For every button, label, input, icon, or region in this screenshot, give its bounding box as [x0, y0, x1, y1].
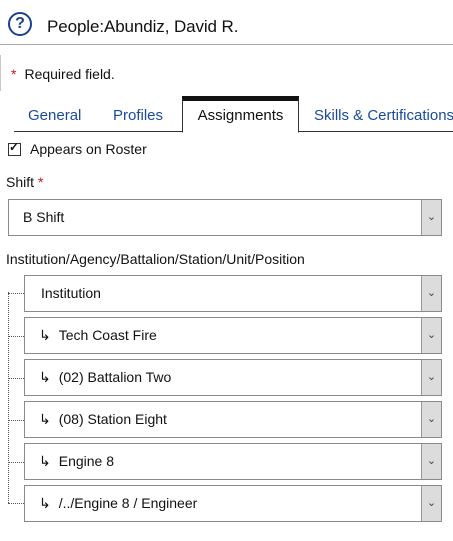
org-path-label: Institution/Agency/Battalion/Station/Uni…: [6, 251, 305, 267]
station-select-value: ↳ (08) Station Eight: [39, 402, 167, 437]
tree-branch: [8, 293, 24, 294]
person-name: Abundiz, David R.: [103, 17, 239, 36]
child-arrow-icon: ↳: [39, 327, 51, 343]
tab-general[interactable]: General: [28, 96, 81, 132]
unit-value-text: Engine 8: [58, 453, 115, 469]
station-value-text: (08) Station Eight: [58, 411, 167, 427]
shift-select-value: B Shift: [23, 209, 65, 225]
chevron-down-icon[interactable]: ⌄: [421, 200, 441, 235]
child-arrow-icon: ↳: [39, 495, 51, 511]
child-arrow-icon: ↳: [39, 369, 51, 385]
position-value-text: /../Engine 8 / Engineer: [58, 495, 198, 511]
shift-label-text: Shift: [6, 174, 35, 190]
appears-on-roster-checkbox[interactable]: [8, 140, 21, 156]
help-icon[interactable]: ?: [8, 12, 32, 36]
required-asterisk: *: [38, 174, 44, 190]
battalion-select-value: ↳ (02) Battalion Two: [39, 360, 171, 395]
chevron-down-icon[interactable]: ⌄: [421, 318, 441, 353]
left-gutter-divider: [0, 55, 1, 91]
tree-connector-line: [8, 292, 9, 503]
chevron-down-icon[interactable]: ⌄: [421, 276, 441, 311]
tab-profiles[interactable]: Profiles: [113, 96, 163, 132]
position-select[interactable]: ↳ /../Engine 8 / Engineer ⌄: [24, 485, 442, 522]
tree-branch: [8, 336, 24, 337]
shift-select[interactable]: B Shift ⌄: [8, 199, 442, 236]
appears-on-roster-option[interactable]: Appears on Roster: [8, 140, 147, 157]
child-arrow-icon: ↳: [39, 453, 51, 469]
agency-select[interactable]: ↳ Tech Coast Fire ⌄: [24, 317, 442, 354]
page-header: ? People:Abundiz, David R.: [0, 0, 453, 45]
appears-on-roster-label: Appears on Roster: [30, 141, 147, 157]
unit-select[interactable]: ↳ Engine 8 ⌄: [24, 443, 442, 480]
tree-branch: [8, 378, 24, 379]
agency-select-value: ↳ Tech Coast Fire: [39, 318, 157, 353]
chevron-down-icon[interactable]: ⌄: [421, 444, 441, 479]
shift-field-label: Shift *: [6, 174, 43, 190]
required-asterisk: *: [11, 66, 17, 82]
position-select-value: ↳ /../Engine 8 / Engineer: [39, 486, 197, 521]
battalion-select[interactable]: ↳ (02) Battalion Two ⌄: [24, 359, 442, 396]
required-note-text: Required field.: [24, 66, 115, 82]
child-arrow-icon: ↳: [39, 411, 51, 427]
page-title-prefix: People:: [47, 17, 104, 36]
station-select[interactable]: ↳ (08) Station Eight ⌄: [24, 401, 442, 438]
chevron-down-icon[interactable]: ⌄: [421, 402, 441, 437]
tree-branch: [8, 420, 24, 421]
battalion-value-text: (02) Battalion Two: [58, 369, 172, 385]
chevron-down-icon[interactable]: ⌄: [421, 360, 441, 395]
tree-branch: [8, 462, 24, 463]
unit-select-value: ↳ Engine 8: [39, 444, 114, 479]
page-title: People:Abundiz, David R.: [47, 17, 238, 37]
chevron-down-icon[interactable]: ⌄: [421, 486, 441, 521]
required-note: * Required field.: [11, 66, 115, 82]
tab-skills-certifications[interactable]: Skills & Certifications: [314, 96, 453, 132]
tab-assignments[interactable]: Assignments: [182, 96, 299, 133]
tab-bar: General Profiles Assignments Skills & Ce…: [14, 96, 453, 133]
agency-value-text: Tech Coast Fire: [58, 327, 157, 343]
institution-select[interactable]: Institution ⌄: [24, 275, 442, 312]
institution-select-value: Institution: [41, 285, 101, 301]
tree-branch: [8, 503, 24, 504]
